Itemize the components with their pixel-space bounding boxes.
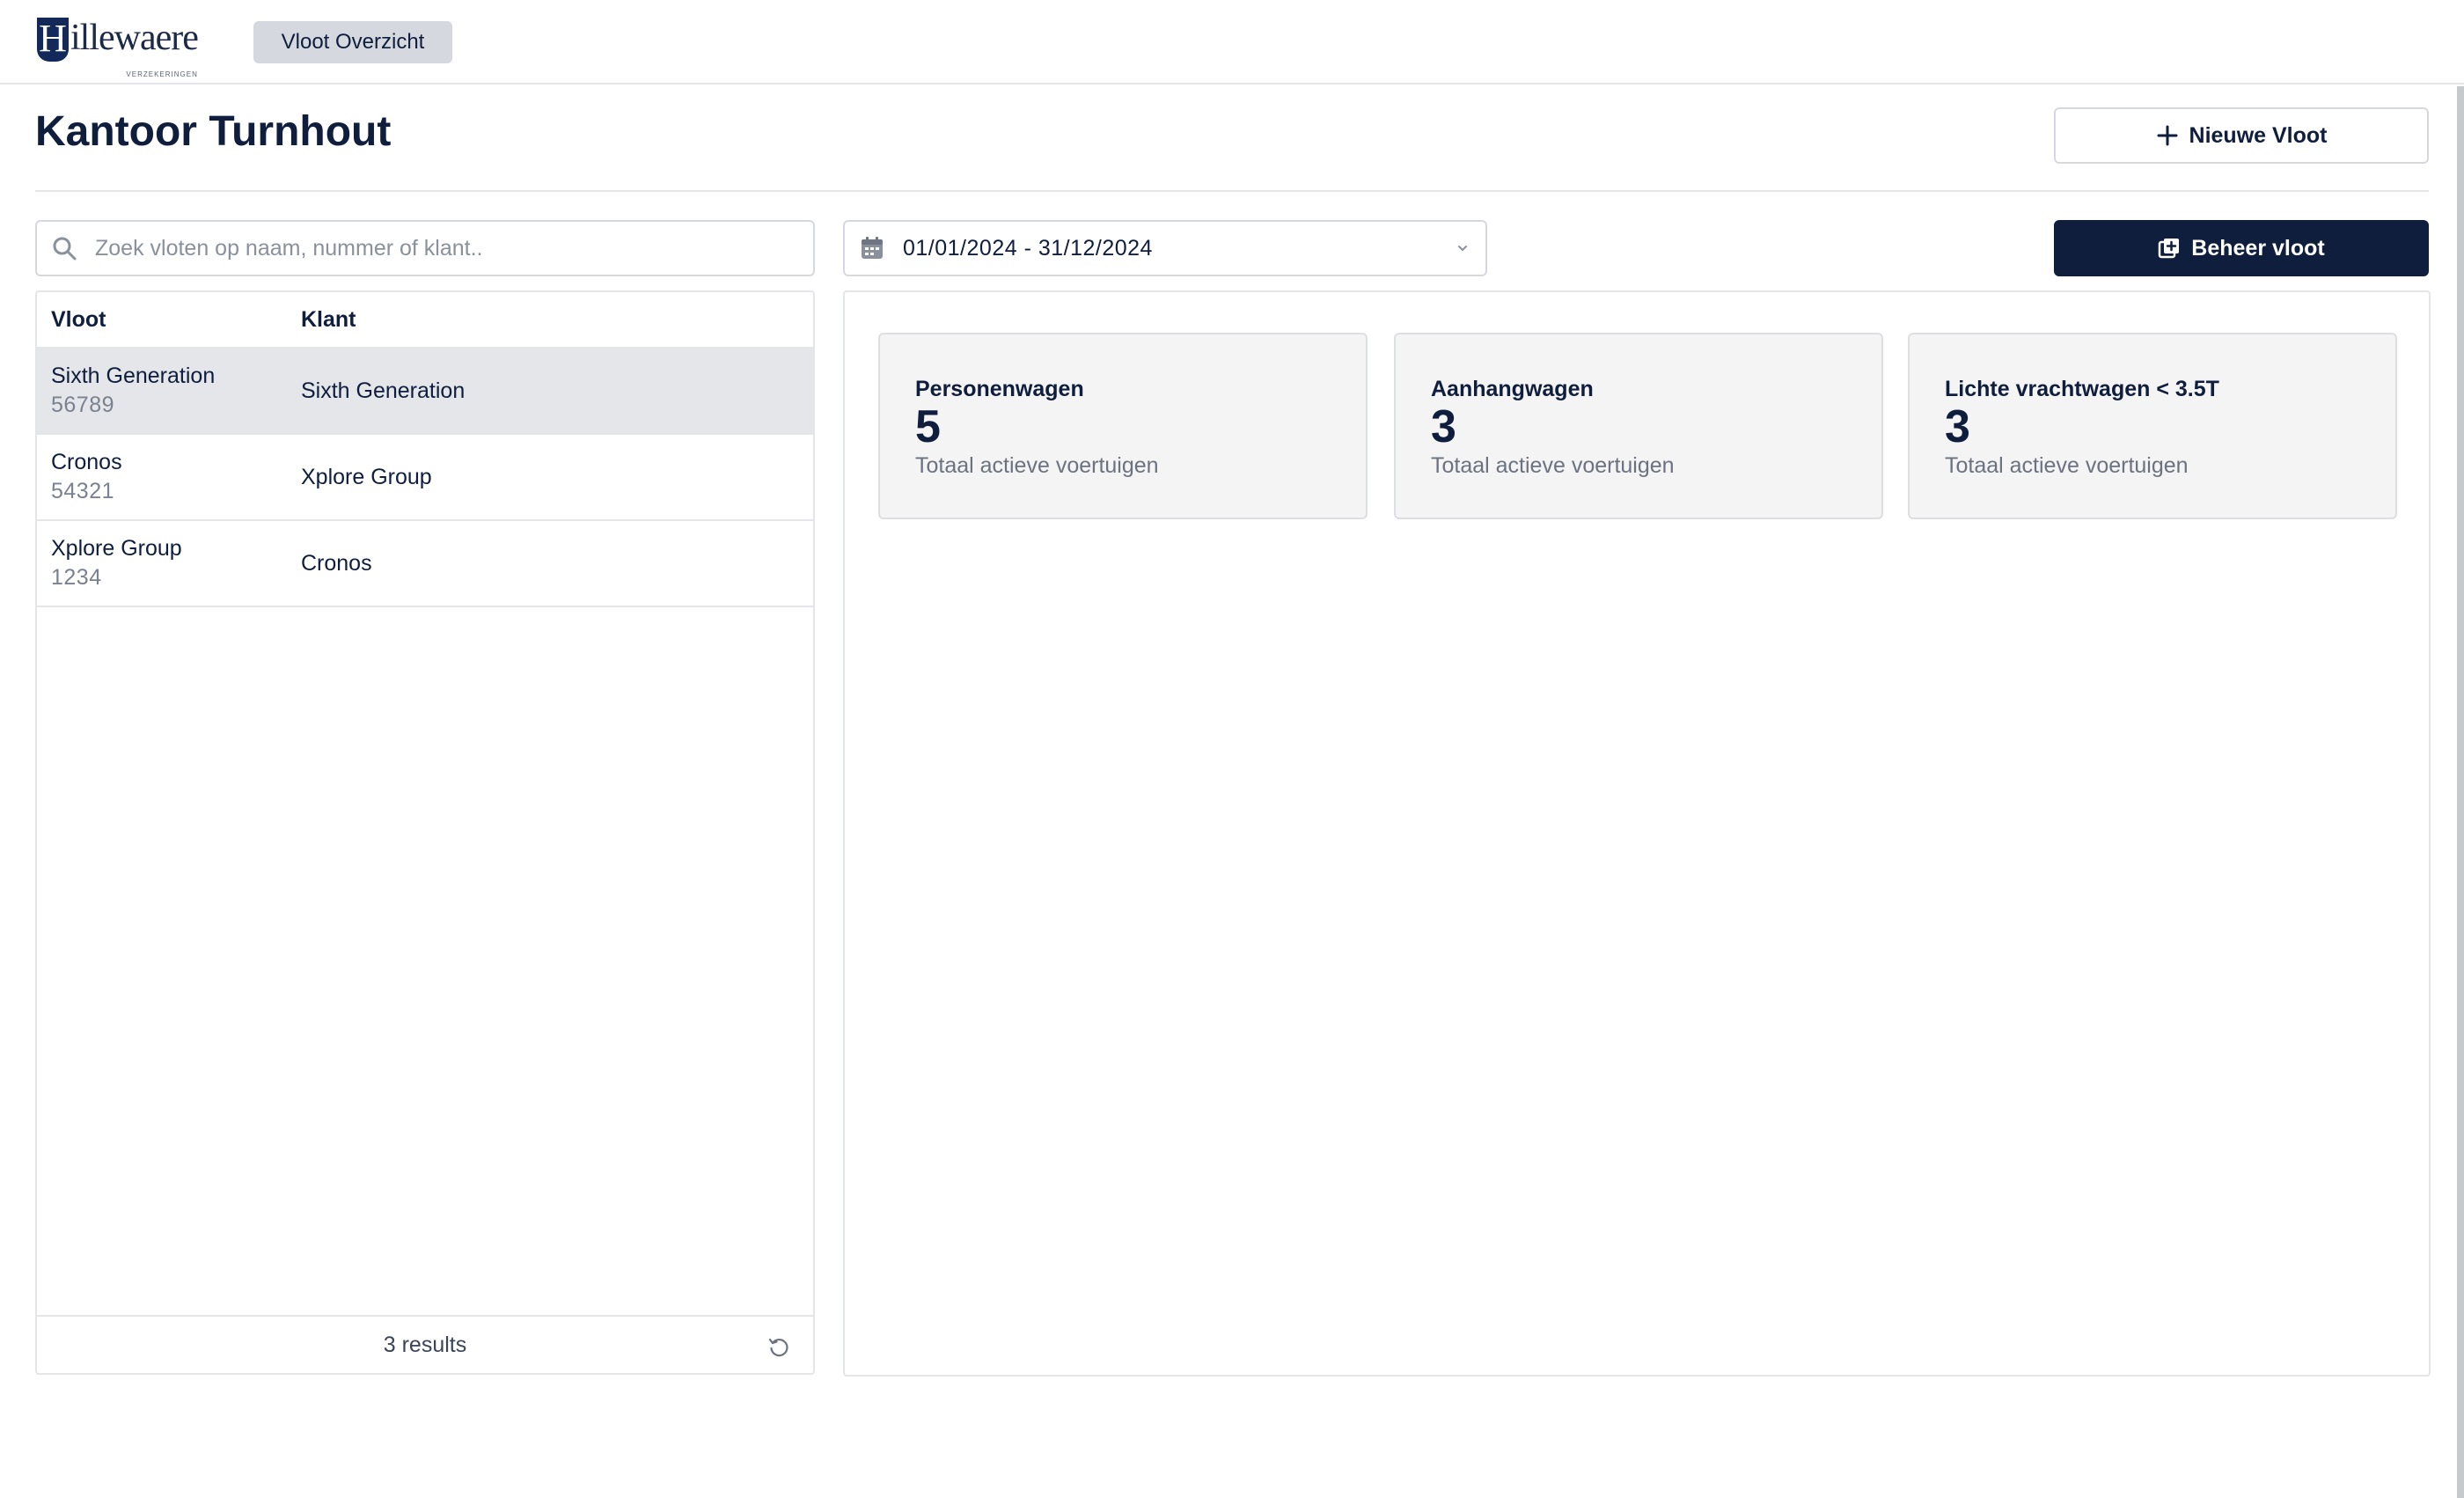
row-fleet-number: 54321 — [51, 479, 115, 503]
row-klant: Cronos — [301, 550, 372, 576]
manage-fleet-label: Beheer vloot — [2191, 235, 2325, 261]
row-fleet-cell: Cronos 54321 — [37, 450, 301, 504]
stat-card-title: Lichte vrachtwagen < 3.5T — [1945, 377, 2219, 401]
row-fleet-name: Xplore Group — [51, 536, 182, 561]
row-fleet-number: 1234 — [51, 565, 102, 590]
row-fleet-number: 56789 — [51, 393, 115, 417]
results-count: 3 results — [383, 1332, 467, 1357]
logo-subtext: VERZEKERINGEN — [126, 70, 198, 78]
fleet-list-panel: Vloot Klant Sixth Generation 56789 Sixth… — [35, 290, 815, 1375]
table-row[interactable]: Xplore Group 1234 Cronos — [37, 521, 813, 607]
row-klant: Sixth Generation — [301, 378, 466, 403]
nav-vloot-overzicht[interactable]: Vloot Overzicht — [253, 21, 452, 63]
stat-card-subtitle: Totaal actieve voertuigen — [1945, 453, 2189, 478]
chevron-down-icon — [1458, 246, 1467, 252]
fleet-detail-panel: Personenwagen 5 Totaal actieve voertuige… — [843, 290, 2431, 1377]
logo-shield: H — [37, 18, 69, 62]
new-fleet-button[interactable]: Nieuwe Vloot — [2054, 107, 2429, 164]
top-bar: H illewaere VERZEKERINGEN Vloot Overzich… — [0, 0, 2464, 84]
calendar-icon — [862, 237, 883, 259]
table-header: Vloot Klant — [37, 292, 813, 349]
column-header-vloot[interactable]: Vloot — [37, 307, 301, 333]
stat-card-value: 3 — [1945, 401, 1970, 452]
table-row[interactable]: Cronos 54321 Xplore Group — [37, 435, 813, 521]
stat-card-title: Aanhangwagen — [1431, 377, 1594, 401]
date-range-value: 01/01/2024 - 31/12/2024 — [903, 235, 1153, 261]
manage-fleet-button[interactable]: Beheer vloot — [2054, 220, 2429, 276]
search-icon — [53, 237, 77, 261]
stat-card-lichte-vrachtwagen: Lichte vrachtwagen < 3.5T 3 Totaal actie… — [1908, 333, 2397, 519]
page-title: Kantoor Turnhout — [35, 108, 392, 155]
refresh-icon[interactable] — [767, 1336, 790, 1359]
list-footer: 3 results — [37, 1315, 813, 1373]
row-fleet-name: Cronos — [51, 450, 122, 474]
search-input[interactable] — [95, 235, 781, 261]
stat-card-value: 5 — [915, 401, 941, 452]
column-header-klant[interactable]: Klant — [301, 307, 813, 333]
stat-card-title: Personenwagen — [915, 377, 1084, 401]
date-range-picker[interactable]: 01/01/2024 - 31/12/2024 — [843, 220, 1487, 276]
plus-icon — [2157, 125, 2178, 146]
stat-card-personenwagen: Personenwagen 5 Totaal actieve voertuige… — [878, 333, 1368, 519]
new-fleet-label: Nieuwe Vloot — [2189, 122, 2328, 148]
stat-card-subtitle: Totaal actieve voertuigen — [1431, 453, 1675, 478]
title-divider — [35, 190, 2429, 192]
search-box[interactable] — [35, 220, 815, 276]
table-row[interactable]: Sixth Generation 56789 Sixth Generation — [37, 349, 813, 435]
logo-wordmark: illewaere VERZEKERINGEN — [70, 18, 199, 78]
row-klant: Xplore Group — [301, 464, 432, 489]
row-fleet-name: Sixth Generation — [51, 363, 216, 388]
logo-text: illewaere — [70, 18, 199, 58]
stat-card-aanhangwagen: Aanhangwagen 3 Totaal actieve voertuigen — [1394, 333, 1883, 519]
row-fleet-cell: Xplore Group 1234 — [37, 536, 301, 591]
stat-card-subtitle: Totaal actieve voertuigen — [915, 453, 1159, 478]
page-scrollbar[interactable] — [2457, 86, 2464, 1498]
stat-card-value: 3 — [1431, 401, 1456, 452]
hillewaere-logo[interactable]: H illewaere VERZEKERINGEN — [37, 18, 199, 78]
row-fleet-cell: Sixth Generation 56789 — [37, 363, 301, 418]
gallery-add-icon — [2159, 239, 2180, 259]
